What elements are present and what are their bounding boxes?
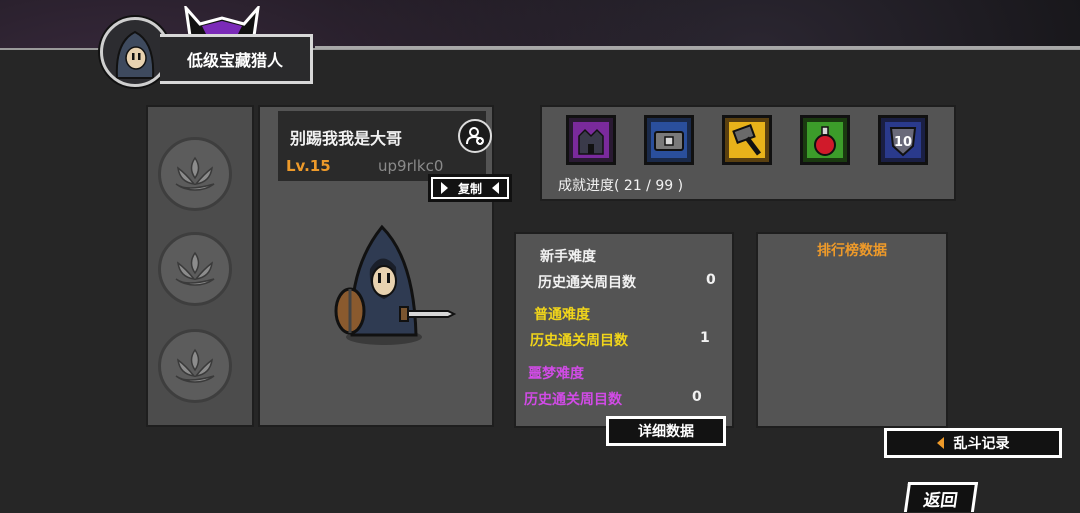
potion-badge-art	[807, 122, 843, 158]
copy-button-inner: 复制	[433, 179, 507, 197]
novice-clears-value: 0	[706, 272, 716, 288]
hammer-badge-art	[729, 122, 765, 158]
difficulty-stats-panel: 新手难度 历史通关周目数 0 普通难度 历史通关周目数 1 噩梦难度 历史通关周…	[514, 232, 734, 428]
copy-uid-button[interactable]: 复制	[428, 174, 512, 202]
hooded-hero-icon	[115, 30, 155, 79]
leaderboard-title: 排行榜数据	[817, 243, 887, 259]
normal-clears-value: 1	[700, 330, 710, 346]
potion-badge-icon[interactable]	[800, 115, 850, 165]
nightmare-difficulty-label: 噩梦难度	[528, 366, 584, 382]
nightmare-clears-label: 历史通关周目数	[524, 392, 622, 408]
badge-number: 10	[894, 135, 912, 150]
player-uid: up9rlkc0	[378, 157, 444, 175]
normal-clears-label: 历史通关周目数	[530, 333, 628, 349]
player-name: 别踢我我是大哥	[290, 129, 403, 148]
back-button[interactable]: 返回	[903, 482, 979, 512]
hooded-hero-sprite	[334, 224, 457, 345]
shield-badge-art: 10	[885, 122, 921, 158]
header-divider	[315, 46, 1080, 49]
normal-difficulty-label: 普通难度	[534, 307, 590, 323]
emblem-slot[interactable]	[158, 232, 232, 306]
copy-label: 复制	[457, 181, 482, 196]
hammer-badge-icon[interactable]	[722, 115, 772, 165]
add-friend-icon	[466, 127, 484, 145]
player-level: Lv.15	[286, 157, 331, 175]
novice-difficulty-label: 新手难度	[540, 249, 596, 265]
player-title: 低级宝藏猎人	[160, 34, 313, 84]
brawl-record-button[interactable]: 乱斗记录	[884, 428, 1062, 458]
arrow-right-icon	[440, 182, 448, 194]
arrow-left-icon	[492, 182, 499, 194]
chest-badge-art	[651, 122, 687, 158]
achievement-panel: 10 成就进度( 21 / 99 )	[540, 105, 956, 201]
add-friend-button[interactable]	[458, 119, 492, 153]
nightmare-clears-value: 0	[692, 389, 702, 405]
play-left-icon	[936, 437, 944, 449]
lotus-emblem-icon	[175, 156, 215, 191]
emblem-column	[146, 105, 254, 427]
lotus-emblem-icon	[175, 348, 215, 383]
profile-panel: 别踢我我是大哥 Lv.15 up9rlkc0	[258, 105, 494, 427]
castle-badge-icon[interactable]	[566, 115, 616, 165]
name-card: 别踢我我是大哥 Lv.15 up9rlkc0	[278, 111, 492, 181]
castle-badge-art	[573, 122, 609, 158]
lotus-emblem-icon	[175, 251, 215, 286]
brawl-record-label: 乱斗记录	[953, 436, 1010, 452]
shield-10-badge-icon[interactable]: 10	[878, 115, 928, 165]
achievement-progress: 成就进度( 21 / 99 )	[558, 178, 684, 194]
emblem-slot[interactable]	[158, 137, 232, 211]
novice-clears-label: 历史通关周目数	[538, 275, 636, 291]
leaderboard-panel: 排行榜数据	[756, 232, 948, 428]
treasure-chest-badge-icon[interactable]	[644, 115, 694, 165]
emblem-slot[interactable]	[158, 329, 232, 403]
detailed-data-button[interactable]: 详细数据	[606, 416, 726, 446]
